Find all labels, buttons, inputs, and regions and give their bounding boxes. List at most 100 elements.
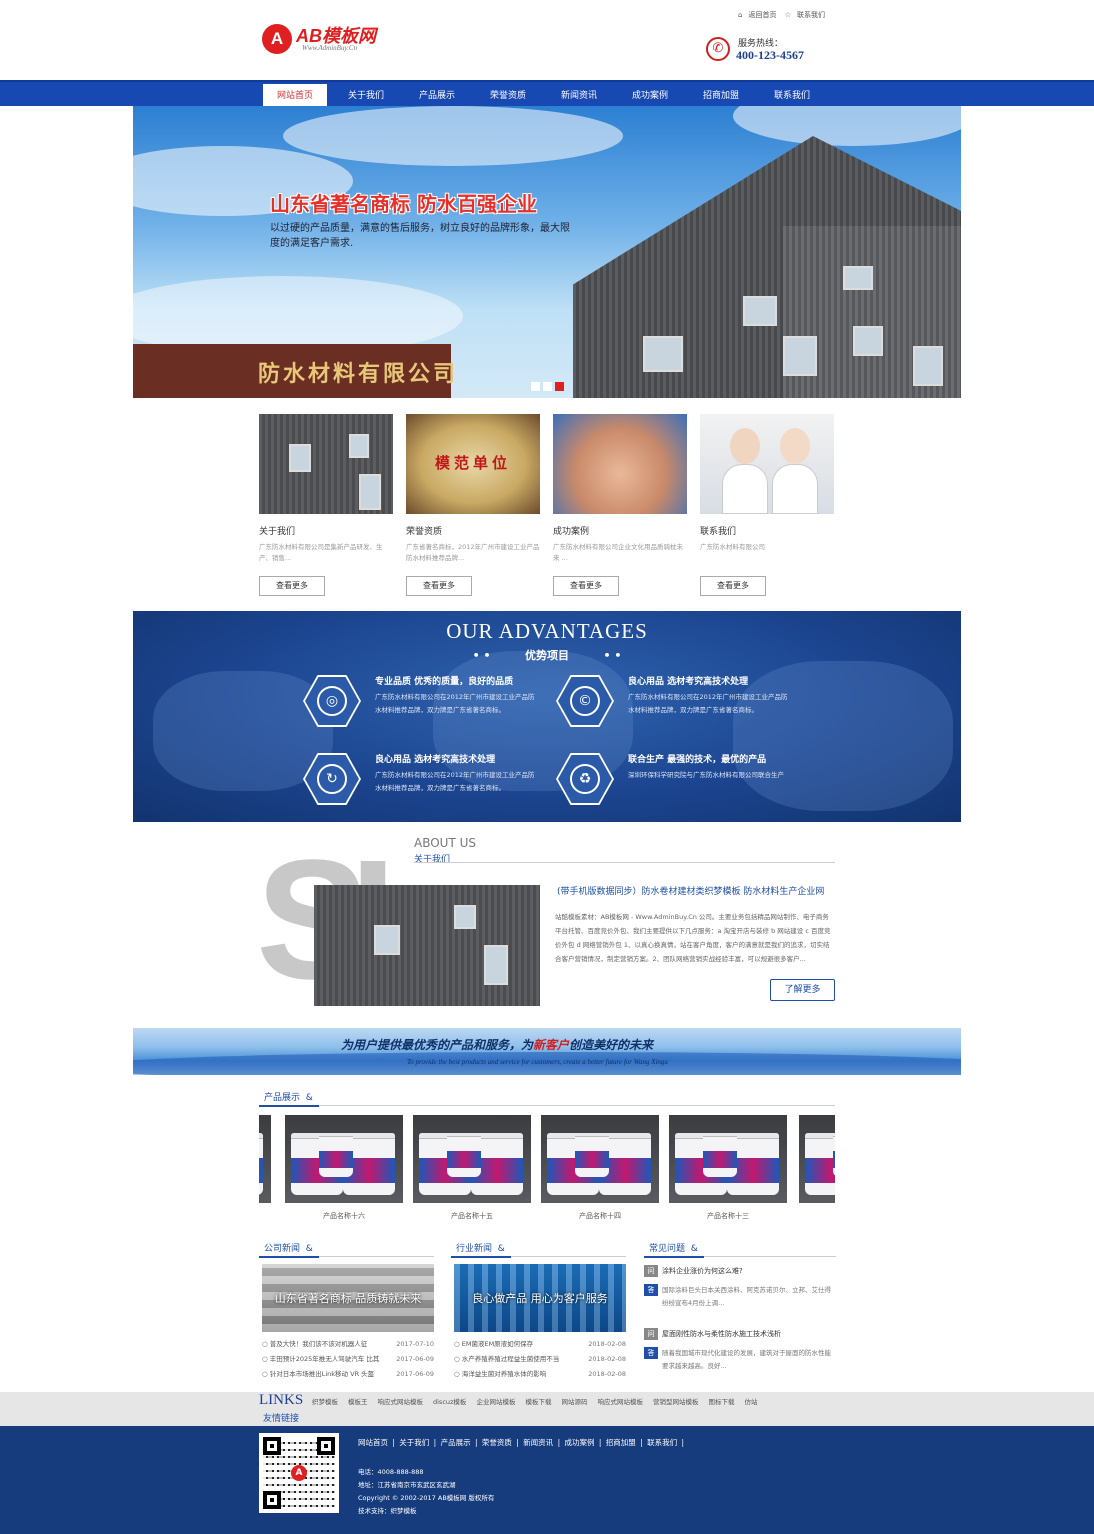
card-image[interactable]: 模范单位 — [406, 414, 540, 514]
product-card[interactable]: 产品名称十三 — [669, 1115, 787, 1221]
quality-icon: ◎ — [317, 686, 347, 716]
footer-nav-item[interactable]: 招商加盟 — [606, 1438, 636, 1447]
product-image[interactable] — [413, 1115, 531, 1203]
faq-question-text[interactable]: 涂料企业涨价为何这么难? — [662, 1267, 743, 1275]
nav-item-4[interactable]: 新闻资讯 — [547, 84, 611, 108]
nav-item-7[interactable]: 联系我们 — [760, 84, 824, 108]
friend-link[interactable]: 织梦模板 — [312, 1398, 338, 1406]
news-title[interactable]: 水产养殖养殖过程益生菌使用不当 — [462, 1355, 560, 1363]
advantage-desc: 广东防水材料有限公司在2012年广州市建设工业产品防水材料推荐品牌，双力牌是广东… — [375, 771, 535, 792]
friend-link[interactable]: 仿站 — [744, 1398, 757, 1406]
friend-link[interactable]: 模板王 — [348, 1398, 368, 1406]
bullet-icon: ○ — [454, 1355, 462, 1363]
nav-item-6[interactable]: 招商加盟 — [689, 84, 753, 108]
about-title[interactable]: (带手机版数据同步）防水卷材建材类织梦模板 防水材料生产企业网 — [557, 884, 824, 897]
product-name[interactable]: 产品名称十三 — [669, 1211, 787, 1221]
news-item[interactable]: ○ 水产养殖养殖过程益生菌使用不当 2018-02-08 — [454, 1352, 626, 1367]
faq-question-text[interactable]: 屋面刚性防水与柔性防水施工技术浅析 — [662, 1330, 781, 1338]
banner-headline: 山东省著名商标 防水百强企业 — [270, 192, 537, 216]
footer-nav-item[interactable]: 新闻资讯 — [523, 1438, 553, 1447]
footer-nav-item[interactable]: 荣誉资质 — [482, 1438, 512, 1447]
product-card[interactable]: 产品名称十四 — [541, 1115, 659, 1221]
friend-link[interactable]: 网站源码 — [561, 1398, 587, 1406]
card-title[interactable]: 联系我们 — [700, 524, 834, 537]
top-link-contact[interactable]: 联系我们 — [797, 11, 825, 19]
about-more-button[interactable]: 了解更多 — [770, 979, 835, 1001]
faq-question[interactable]: 问涂料企业涨价为何这么难? — [644, 1265, 836, 1278]
news-title[interactable]: EM菌液EM原液如何保存 — [462, 1340, 533, 1348]
qr-code: A — [259, 1433, 339, 1513]
separator: | — [472, 1438, 480, 1447]
news-title[interactable]: 丰田预计2025年推无人驾驶汽车 比其 — [270, 1355, 380, 1363]
news-title[interactable]: 普及大快！我们该不该对机器人征 — [270, 1340, 368, 1348]
plaque-text: 模范单位 — [434, 454, 511, 472]
logo[interactable]: A AB模板网 Www.AdminBuy.Cn — [262, 22, 392, 56]
product-name[interactable]: 产品名称十四 — [541, 1211, 659, 1221]
friend-link[interactable]: 模板下载 — [525, 1398, 551, 1406]
nav-item-1[interactable]: 关于我们 — [334, 84, 398, 108]
nav-item-0[interactable]: 网站首页 — [263, 84, 327, 108]
card-title[interactable]: 成功案例 — [553, 524, 687, 537]
footer-nav-item[interactable]: 联系我们 — [647, 1438, 677, 1447]
industry-news-image[interactable]: 良心做产品 用心为客户服务 — [454, 1264, 626, 1332]
slider-dot-2[interactable] — [555, 382, 564, 391]
card-more-button[interactable]: 查看更多 — [553, 576, 619, 596]
card-image[interactable] — [259, 414, 393, 514]
friend-link[interactable]: 营销型网站模板 — [653, 1398, 699, 1406]
friend-link[interactable]: 响应式网站模板 — [597, 1398, 643, 1406]
footer-nav-item[interactable]: 产品展示 — [441, 1438, 471, 1447]
product-image[interactable] — [669, 1115, 787, 1203]
news-title[interactable]: 针对日本市场推出Link移动 VR 头盔 — [270, 1370, 374, 1378]
news-item[interactable]: ○ EM菌液EM原液如何保存 2018-02-08 — [454, 1337, 626, 1352]
advantages-section: OUR ADVANTAGES • • 优势项目 • • ◎ 专业品质 优秀的质量，… — [133, 611, 961, 822]
bullet-icon: ○ — [454, 1370, 462, 1378]
news-item[interactable]: ○ 针对日本市场推出Link移动 VR 头盔 2017-06-09 — [262, 1367, 434, 1382]
bullet-icon: ○ — [262, 1370, 270, 1378]
friend-link[interactable]: 响应式网站模板 — [378, 1398, 424, 1406]
slider-dot-0[interactable] — [531, 382, 540, 391]
card-3: 联系我们 广东防水材料有限公司 查看更多 — [700, 414, 834, 596]
products-title[interactable]: 产品展示 & — [264, 1090, 313, 1103]
product-card[interactable]: 产品名称十六 — [285, 1115, 403, 1221]
news-date: 2017-07-10 — [396, 1340, 434, 1348]
nav-item-3[interactable]: 荣誉资质 — [476, 84, 540, 108]
home-icon: ⌂ — [738, 11, 743, 19]
friend-link[interactable]: 企业网站模板 — [476, 1398, 515, 1406]
product-image[interactable] — [541, 1115, 659, 1203]
card-more-button[interactable]: 查看更多 — [406, 576, 472, 596]
news-item[interactable]: ○ 海洋益生菌对养殖水体的影响 2018-02-08 — [454, 1367, 626, 1382]
card-image[interactable] — [700, 414, 834, 514]
faq-answer-text: 国际涂料巨头日本关西涂料、阿克苏诺贝尔、立邦、艾仕得纷纷宣布4月份上调... — [662, 1286, 831, 1307]
news-item[interactable]: ○ 普及大快！我们该不该对机器人征 2017-07-10 — [262, 1337, 434, 1352]
footer-nav-item[interactable]: 网站首页 — [358, 1438, 388, 1447]
product-name[interactable]: 产品名称十五 — [413, 1211, 531, 1221]
friend-link[interactable]: discuz模板 — [433, 1398, 466, 1406]
question-badge: 问 — [644, 1265, 658, 1277]
footer-address: 地址：江苏省南京市玄武区玄武湖 — [358, 1481, 456, 1489]
nav-item-5[interactable]: 成功案例 — [618, 84, 682, 108]
card-more-button[interactable]: 查看更多 — [700, 576, 766, 596]
top-link-home[interactable]: 返回首页 — [748, 11, 776, 19]
news-title[interactable]: 海洋益生菌对养殖水体的影响 — [462, 1370, 547, 1378]
company-news-image[interactable]: 山东省著名商标 品质铸就未来 — [262, 1264, 434, 1332]
nav-item-2[interactable]: 产品展示 — [405, 84, 469, 108]
advantage-title: 良心用品 选材考究高技术处理 — [375, 755, 496, 765]
advantage-title: 联合生产 最强的技术，最优的产品 — [628, 755, 767, 765]
slider-dot-1[interactable] — [543, 382, 552, 391]
friend-link[interactable]: 图标下载 — [708, 1398, 734, 1406]
faq-question[interactable]: 问屋面刚性防水与柔性防水施工技术浅析 — [644, 1328, 836, 1341]
footer-nav-item[interactable]: 关于我们 — [399, 1438, 429, 1447]
bullet-icon: ○ — [262, 1355, 270, 1363]
card-more-button[interactable]: 查看更多 — [259, 576, 325, 596]
refresh-icon: ↻ — [317, 764, 347, 794]
card-title[interactable]: 荣誉资质 — [406, 524, 540, 537]
product-image[interactable] — [285, 1115, 403, 1203]
footer-nav-item[interactable]: 成功案例 — [564, 1438, 594, 1447]
card-image[interactable] — [553, 414, 687, 514]
recycle-icon: ♻ — [570, 764, 600, 794]
news-item[interactable]: ○ 丰田预计2025年推无人驾驶汽车 比其 2017-06-09 — [262, 1352, 434, 1367]
product-card[interactable]: 产品名称十五 — [413, 1115, 531, 1221]
card-title[interactable]: 关于我们 — [259, 524, 393, 537]
product-name[interactable]: 产品名称十六 — [285, 1211, 403, 1221]
advantages-subtitle: • • 优势项目 • • — [472, 649, 622, 662]
